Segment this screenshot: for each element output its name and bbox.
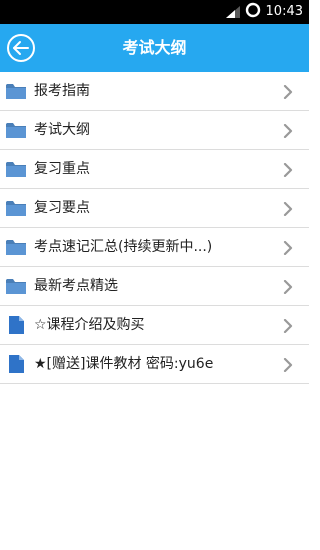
list-item[interactable]: ☆课程介绍及购买 [0,306,309,345]
folder-icon [5,120,27,140]
list-item-label: 考试大纲 [34,122,90,138]
list-item-label: ★[赠送]课件教材 密码:yu6e [34,356,214,372]
list-item[interactable]: 最新考点精选 [0,267,309,306]
chevron-right-icon [283,357,293,373]
chevron-right-icon [283,240,293,256]
app-bar: 考试大纲 [0,24,309,72]
folder-icon [5,237,27,257]
status-icons: 10:43 [225,0,303,24]
signal-icon [225,3,240,22]
document-icon [5,315,27,335]
list-item[interactable]: 考试大纲 [0,111,309,150]
list-item-label: 最新考点精选 [34,278,118,294]
folder-icon [5,159,27,179]
folder-icon [5,81,27,101]
chevron-right-icon [283,201,293,217]
chevron-right-icon [283,279,293,295]
list-item[interactable]: 复习要点 [0,189,309,228]
list-item[interactable]: 复习重点 [0,150,309,189]
list-item-label: ☆课程介绍及购买 [34,317,145,333]
chevron-right-icon [283,84,293,100]
status-bar: 10:43 [0,0,309,24]
page-title: 考试大纲 [122,38,187,57]
list-item[interactable]: 报考指南 [0,72,309,111]
list-item-label: 复习重点 [34,161,90,177]
chevron-right-icon [283,162,293,178]
battery-ring-icon [245,2,261,22]
chevron-right-icon [283,318,293,334]
document-icon [5,354,27,374]
list-item-label: 报考指南 [34,83,90,99]
list-item-label: 考点速记汇总(持续更新中...) [34,239,213,255]
chevron-right-icon [283,123,293,139]
folder-icon [5,198,27,218]
list-item-label: 复习要点 [34,200,90,216]
menu-list: 报考指南考试大纲复习重点复习要点考点速记汇总(持续更新中...) 最新考点精选 ☆课… [0,72,309,384]
folder-icon [5,276,27,296]
status-time: 10:43 [265,4,303,19]
list-item[interactable]: ★[赠送]课件教材 密码:yu6e [0,345,309,384]
list-item[interactable]: 考点速记汇总(持续更新中...) [0,228,309,267]
